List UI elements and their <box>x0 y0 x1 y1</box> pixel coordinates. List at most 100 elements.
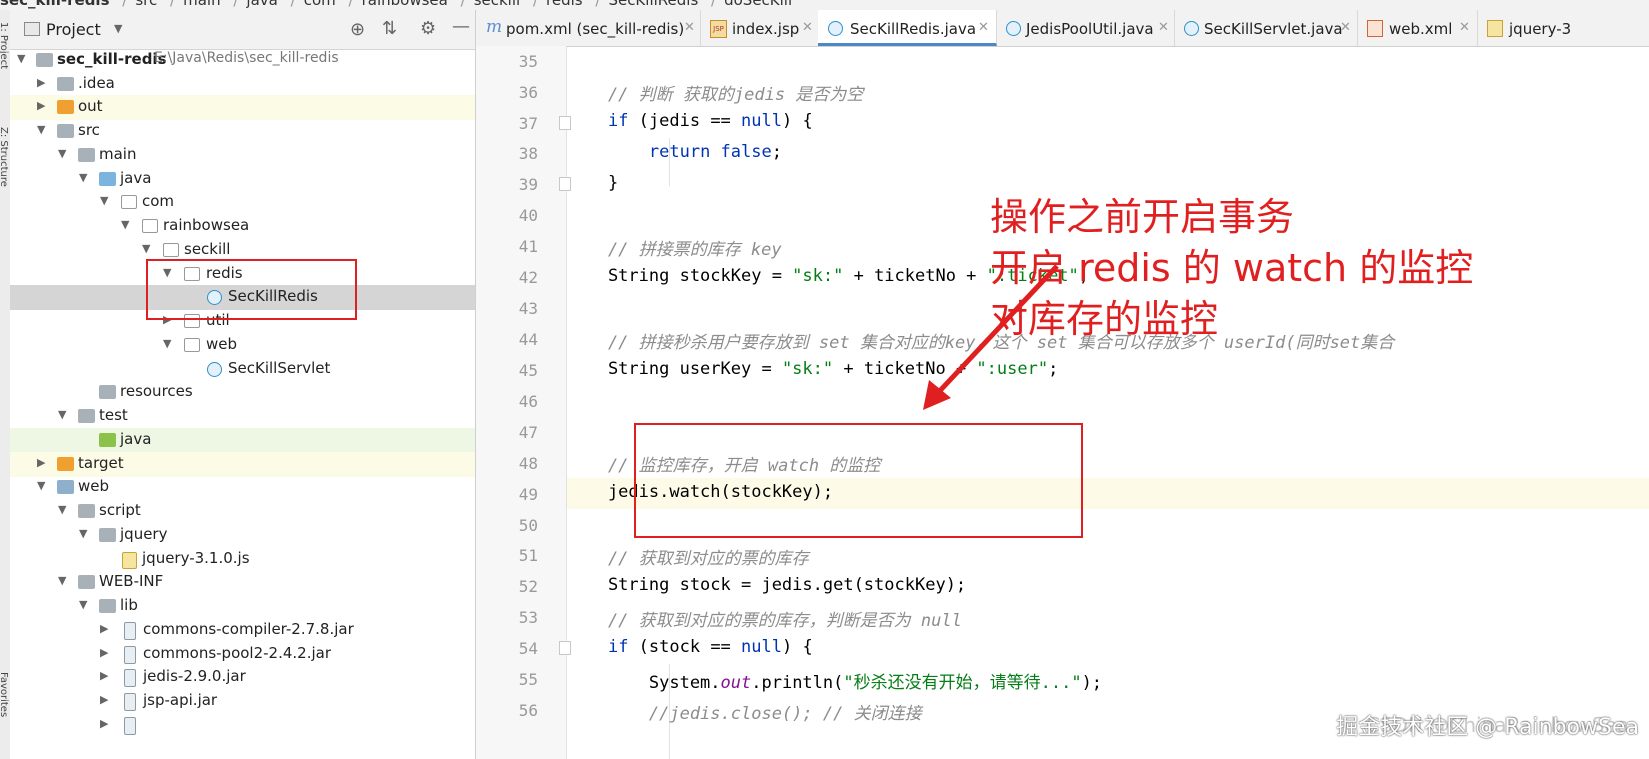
close-tab-icon[interactable]: ✕ <box>1459 20 1470 35</box>
expand-arrow-icon[interactable]: ▶ <box>100 717 108 730</box>
tree-item[interactable]: ▼ test <box>10 404 475 429</box>
breadcrumb-item[interactable]: sec_kill-redis <box>0 0 110 10</box>
tree-item-project-root[interactable]: ▼ sec_kill-redis E:\Java\Redis\sec_kill-… <box>10 48 475 73</box>
tree-item-label: lib <box>120 596 138 614</box>
tree-item[interactable]: ▶ jedis-2.9.0.jar <box>10 665 475 690</box>
tree-item[interactable]: jquery-3.1.0.js <box>10 547 475 572</box>
line-number: 43 <box>518 299 538 318</box>
expand-arrow-icon[interactable]: ▶ <box>100 646 108 659</box>
expand-arrow-icon[interactable]: ▼ <box>79 527 87 540</box>
tree-item-label: .idea <box>78 74 115 92</box>
tree-item[interactable]: ▼ lib <box>10 594 475 619</box>
expand-arrow-icon[interactable]: ▼ <box>17 52 25 65</box>
tree-item[interactable]: ▶ commons-compiler-2.7.8.jar <box>10 618 475 643</box>
breadcrumb-item[interactable]: src <box>135 0 157 10</box>
close-tab-icon[interactable]: ✕ <box>1158 20 1169 35</box>
expand-arrow-icon[interactable]: ▶ <box>37 456 45 469</box>
breadcrumb-item[interactable]: redis <box>546 0 583 10</box>
line-number: 56 <box>518 701 538 720</box>
tree-item[interactable]: ▶ out <box>10 95 475 120</box>
expand-arrow-icon[interactable]: ▼ <box>142 242 150 255</box>
expand-arrow-icon[interactable]: ▼ <box>79 171 87 184</box>
project-panel-title[interactable]: Project <box>46 20 101 39</box>
breadcrumb-item[interactable]: seckill <box>474 0 520 10</box>
tab-jedispoolutil-java[interactable]: JedisPoolUtil.java ✕ <box>996 10 1175 46</box>
collapse-all-icon[interactable]: ⇅ <box>382 18 397 39</box>
expand-arrow-icon[interactable]: ▼ <box>58 408 66 421</box>
line-number: 50 <box>518 516 538 535</box>
tree-item[interactable]: ▼ src <box>10 119 475 144</box>
expand-arrow-icon[interactable]: ▼ <box>37 479 45 492</box>
expand-arrow-icon[interactable]: ▼ <box>79 598 87 611</box>
tree-item[interactable]: ▼ jquery <box>10 523 475 548</box>
close-tab-icon[interactable]: ✕ <box>978 20 989 35</box>
project-view-icon <box>24 22 40 36</box>
tree-item[interactable]: ▼ WEB-INF <box>10 570 475 595</box>
expand-arrow-icon[interactable]: ▶ <box>37 76 45 89</box>
tree-item[interactable]: ▶ target <box>10 452 475 477</box>
close-tab-icon[interactable]: ✕ <box>684 20 695 35</box>
tree-item-label: SecKillServlet <box>228 359 331 377</box>
breadcrumb-item[interactable]: SecKillRedis <box>608 0 698 10</box>
tree-item-label: commons-pool2-2.4.2.jar <box>143 644 332 662</box>
locate-target-icon[interactable]: ⊕ <box>350 19 365 40</box>
breadcrumb-item[interactable]: rainbowsea <box>362 0 448 10</box>
tree-item[interactable]: SecKillServlet <box>10 357 475 382</box>
expand-arrow-icon[interactable]: ▶ <box>100 669 108 682</box>
tool-window-favorites[interactable]: Favorites <box>0 670 9 755</box>
tab-seckillredis-java[interactable]: SecKillRedis.java ✕ <box>818 10 997 46</box>
tool-window-project[interactable]: 1: Project <box>0 20 9 80</box>
tree-item[interactable]: resources <box>10 380 475 405</box>
tab-index-jsp[interactable]: JSP index.jsp ✕ <box>700 10 819 46</box>
tree-item-label: jsp-api.jar <box>143 691 218 709</box>
line-number: 38 <box>518 144 538 163</box>
expand-arrow-icon[interactable]: ▼ <box>58 574 66 587</box>
close-tab-icon[interactable]: ✕ <box>1340 20 1351 35</box>
expand-arrow-icon[interactable]: ▼ <box>58 503 66 516</box>
tab-pom-xml[interactable]: m pom.xml (sec_kill-redis) ✕ <box>476 10 701 46</box>
tool-window-structure[interactable]: Z: Structure <box>0 125 9 215</box>
tab-seckillservlet-java[interactable]: SecKillServlet.java ✕ <box>1174 10 1358 46</box>
tree-item[interactable]: ▼ main <box>10 143 475 168</box>
tab-label: web.xml <box>1389 20 1453 38</box>
tree-item-partial[interactable]: ▶ <box>10 713 475 738</box>
tree-item[interactable]: ▶ jsp-api.jar <box>10 689 475 714</box>
expand-arrow-icon[interactable]: ▼ <box>100 194 108 207</box>
view-dropdown-icon[interactable]: ▼ <box>114 22 122 35</box>
expand-arrow-icon[interactable]: ▼ <box>58 147 66 160</box>
tree-item[interactable]: ▶ commons-pool2-2.4.2.jar <box>10 642 475 667</box>
expand-arrow-icon[interactable]: ▼ <box>37 123 45 136</box>
tree-item[interactable]: ▼ java <box>10 167 475 192</box>
expand-arrow-icon[interactable]: ▶ <box>100 622 108 635</box>
line-number: 39 <box>518 175 538 194</box>
hide-panel-icon[interactable]: — <box>452 16 470 37</box>
settings-gear-icon[interactable]: ⚙ <box>420 18 436 39</box>
expand-arrow-icon[interactable]: ▼ <box>121 218 129 231</box>
package-icon <box>163 243 179 257</box>
watermark: 掘金技术社区 @ RainbowSea <box>1336 715 1639 740</box>
tool-window-project-label: 1: Project <box>0 22 9 70</box>
expand-arrow-icon[interactable]: ▶ <box>37 99 45 112</box>
close-tab-icon[interactable]: ✕ <box>802 20 813 35</box>
expand-arrow-icon[interactable]: ▼ <box>163 337 171 350</box>
tree-item[interactable]: java <box>10 428 475 453</box>
breadcrumb-item[interactable]: doSecKill <box>724 0 792 10</box>
jar-icon <box>124 622 136 640</box>
tab-web-xml[interactable]: web.xml ✕ <box>1357 10 1478 46</box>
tree-item[interactable]: ▼ web <box>10 475 475 500</box>
breadcrumb-item[interactable]: java <box>246 0 277 10</box>
tree-item[interactable]: ▼ rainbowsea <box>10 214 475 239</box>
breadcrumb-item[interactable]: com <box>304 0 336 10</box>
package-icon <box>121 195 137 209</box>
tab-jquery-js[interactable]: jquery-3 <box>1477 10 1649 46</box>
project-panel-header: Project ▼ ⊕ ⇅ ⚙ — <box>10 10 475 50</box>
tree-item[interactable]: ▼ script <box>10 499 475 524</box>
tree-item[interactable]: ▼ com <box>10 190 475 215</box>
expand-arrow-icon[interactable]: ▶ <box>100 693 108 706</box>
tree-item[interactable]: ▼ web <box>10 333 475 358</box>
line-number: 54 <box>518 639 538 658</box>
code-editor[interactable]: // 判断 获取的jedis 是否为空 if (jedis == null) {… <box>567 46 1649 759</box>
folder-icon <box>99 528 116 542</box>
breadcrumb-item[interactable]: main <box>183 0 220 10</box>
tree-item[interactable]: ▶ .idea <box>10 72 475 97</box>
